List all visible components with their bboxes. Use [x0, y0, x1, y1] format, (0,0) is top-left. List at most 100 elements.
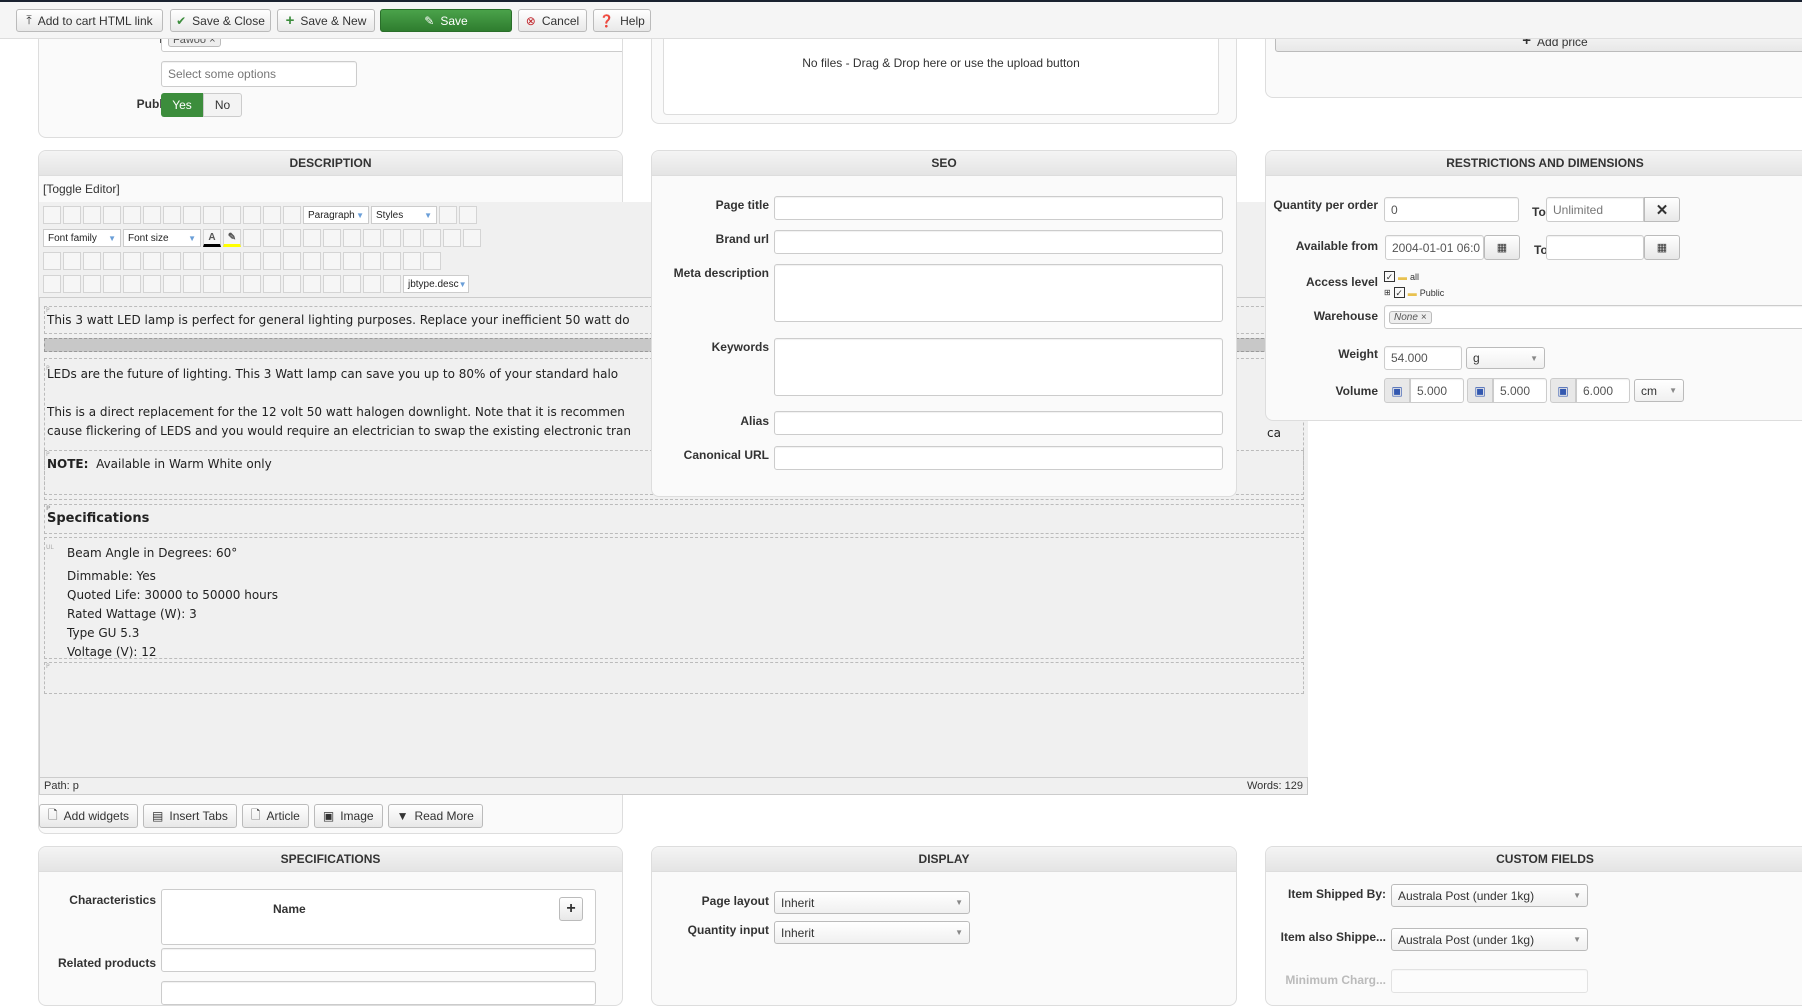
published-yes-button[interactable]: Yes — [161, 93, 203, 117]
layer-icon[interactable] — [263, 275, 281, 293]
cite-icon[interactable] — [143, 275, 161, 293]
link-icon[interactable] — [303, 275, 321, 293]
show-blocks-icon[interactable] — [63, 275, 81, 293]
save-close-button[interactable]: ✔ Save & Close — [170, 9, 271, 32]
pagebreak-icon[interactable] — [363, 275, 381, 293]
class-select[interactable]: jbtype.desc ▼ — [403, 275, 469, 293]
volume-input[interactable]: 5.000 — [1410, 378, 1464, 403]
redo-icon[interactable] — [103, 206, 121, 224]
warehouse-field[interactable]: None × — [1384, 305, 1802, 329]
remove-icon[interactable]: × — [1421, 312, 1427, 323]
tags-input[interactable]: Select some options — [161, 61, 357, 87]
styles-select[interactable]: Styles ▼ — [371, 206, 437, 224]
toggle-editor-link[interactable]: [Toggle Editor] — [43, 182, 120, 196]
alias-input[interactable] — [774, 411, 1223, 435]
insert-row-after-icon[interactable] — [303, 252, 321, 270]
attribs-icon[interactable] — [243, 275, 261, 293]
undo-icon[interactable] — [83, 206, 101, 224]
font-size-select[interactable]: Font size ▼ — [123, 229, 201, 247]
add-widgets-button[interactable]: 🗋 Add widgets — [39, 804, 139, 828]
save-button[interactable]: ✎ Save — [380, 9, 512, 32]
hr-icon[interactable] — [463, 229, 481, 247]
print-icon[interactable] — [143, 252, 161, 270]
add-characteristic-button[interactable]: + — [559, 897, 583, 921]
delete-table-icon[interactable] — [223, 252, 241, 270]
cleanup-icon[interactable] — [459, 206, 477, 224]
italic-icon[interactable] — [143, 206, 161, 224]
add-to-cart-html-link-button[interactable]: ⤒ Add to cart HTML link — [16, 9, 163, 32]
volume-input[interactable]: 5.000 — [1493, 378, 1547, 403]
volume-unit-select[interactable]: cm ▼ — [1634, 379, 1684, 402]
brand-url-input[interactable] — [774, 230, 1223, 254]
copy-icon[interactable] — [263, 229, 281, 247]
acronym-icon[interactable] — [183, 275, 201, 293]
help-button[interactable]: ❓ Help — [593, 9, 651, 32]
insert-row-before-icon[interactable] — [283, 252, 301, 270]
article-button[interactable]: 🗋 Article — [241, 804, 309, 828]
ins-icon[interactable] — [223, 275, 241, 293]
minimum-charge-input[interactable] — [1391, 969, 1588, 993]
indent-icon[interactable] — [323, 229, 341, 247]
search-icon[interactable] — [163, 252, 181, 270]
item-also-shipped-select[interactable]: Australa Post (under 1kg) ▼ — [1391, 928, 1588, 951]
calendar-from-button[interactable]: ▦ — [1484, 235, 1520, 260]
image-button[interactable]: ▣ Image — [313, 804, 383, 828]
access-all-checkbox[interactable]: ✓ — [1384, 271, 1395, 282]
split-cells-icon[interactable] — [423, 252, 441, 270]
highlight-icon[interactable]: ✎ — [223, 229, 241, 247]
format-select[interactable]: Paragraph ▼ — [303, 206, 369, 224]
page-title-input[interactable] — [774, 196, 1223, 220]
weight-unit-select[interactable]: g ▼ — [1466, 347, 1545, 369]
related-products-input[interactable] — [161, 948, 596, 972]
paste-icon[interactable] — [283, 229, 301, 247]
meta-description-textarea[interactable] — [774, 264, 1223, 322]
item-shipped-by-select[interactable]: Australa Post (under 1kg) ▼ — [1391, 884, 1588, 907]
new-document-icon[interactable] — [63, 206, 81, 224]
spellcheck-icon[interactable] — [343, 275, 361, 293]
rtl-icon[interactable] — [63, 252, 81, 270]
extra-input[interactable] — [161, 981, 596, 1005]
unordered-list-icon[interactable] — [383, 229, 401, 247]
published-no-button[interactable]: No — [203, 93, 242, 117]
keywords-textarea[interactable] — [774, 338, 1223, 396]
outdent-icon[interactable] — [343, 229, 361, 247]
help-icon[interactable] — [43, 206, 61, 224]
merge-cells-icon[interactable] — [403, 252, 421, 270]
quantity-input-select[interactable]: Inherit ▼ — [774, 921, 970, 944]
align-center-icon[interactable] — [223, 206, 241, 224]
align-justify-icon[interactable] — [203, 206, 221, 224]
warehouse-tag[interactable]: None × — [1389, 310, 1432, 324]
cancel-button[interactable]: ⊗ Cancel — [518, 9, 587, 32]
template-icon[interactable] — [103, 252, 121, 270]
code-icon[interactable] — [123, 252, 141, 270]
access-public-checkbox[interactable]: ✓ — [1393, 287, 1405, 298]
replace-icon[interactable] — [183, 252, 201, 270]
subscript-icon[interactable] — [403, 229, 421, 247]
fullscreen-icon[interactable] — [83, 252, 101, 270]
charmap-icon[interactable] — [443, 229, 461, 247]
volume-input[interactable]: 6.000 — [1576, 378, 1630, 403]
del-icon[interactable] — [203, 275, 221, 293]
bold-icon[interactable] — [123, 206, 141, 224]
image-icon[interactable] — [323, 275, 341, 293]
visual-aid-icon[interactable] — [43, 275, 61, 293]
cell-props-icon[interactable] — [263, 252, 281, 270]
font-family-select[interactable]: Font family ▼ — [43, 229, 121, 247]
align-right-icon[interactable] — [263, 206, 281, 224]
weight-input[interactable]: 54.000 — [1384, 346, 1462, 370]
insert-col-after-icon[interactable] — [363, 252, 381, 270]
quantity-to-input[interactable]: Unlimited — [1546, 197, 1644, 222]
read-more-button[interactable]: ▼ Read More — [387, 804, 483, 828]
save-new-button[interactable]: + Save & New — [277, 9, 375, 32]
ordered-list-icon[interactable] — [363, 229, 381, 247]
delete-row-icon[interactable] — [323, 252, 341, 270]
blockquote-icon[interactable] — [283, 206, 301, 224]
clear-quantity-button[interactable]: ✕ — [1644, 197, 1680, 222]
underline-icon[interactable] — [163, 206, 181, 224]
move-icon[interactable] — [283, 275, 301, 293]
superscript-icon[interactable] — [423, 229, 441, 247]
style-icon[interactable] — [123, 275, 141, 293]
canonical-url-input[interactable] — [774, 446, 1223, 470]
media-icon[interactable] — [383, 275, 401, 293]
eraser-icon[interactable] — [439, 206, 457, 224]
